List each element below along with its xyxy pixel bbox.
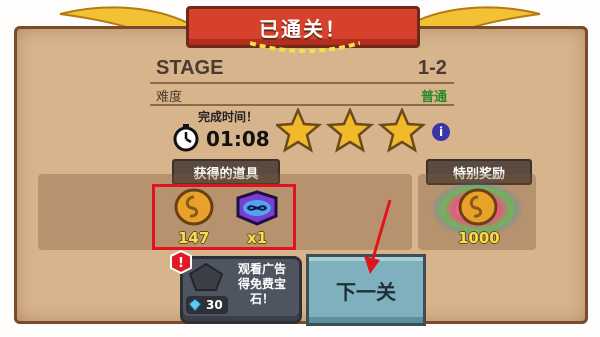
difficulty-value: 普通	[421, 90, 448, 105]
divider	[150, 104, 454, 106]
svg-text:!: !	[178, 256, 184, 271]
gold-coin-icon	[174, 188, 214, 226]
difficulty-label: 难度	[156, 90, 183, 105]
gem-icon	[188, 262, 224, 291]
ad-cost: 30	[206, 298, 223, 312]
star-icon	[377, 108, 426, 153]
info-icon[interactable]: i	[432, 123, 450, 141]
blue-gem-icon	[236, 190, 278, 226]
time-value: 01:08	[206, 127, 270, 151]
star-garland-decoration	[249, 40, 361, 54]
special-coin-count: 1000	[458, 229, 500, 247]
coin-count: 147	[178, 229, 210, 247]
stage-label: STAGE	[156, 57, 224, 79]
alert-badge-icon: !	[170, 249, 192, 275]
arrow-indicator	[364, 199, 392, 274]
watch-ad-text: 观看广告 得免费宝 石！	[237, 262, 286, 306]
star-icon	[276, 108, 323, 153]
gold-coin-icon	[458, 188, 498, 226]
stage-value: 1-2	[418, 57, 447, 79]
divider	[150, 82, 454, 84]
star-icon	[325, 108, 375, 153]
stopwatch-icon	[173, 124, 199, 152]
title-text: 已通关！	[259, 16, 347, 41]
next-level-label: 下一关	[336, 279, 396, 304]
diamond-icon	[188, 298, 202, 312]
time-label: 完成时间！	[198, 110, 259, 124]
gem-count: x1	[247, 229, 268, 247]
rating-stars	[276, 108, 426, 153]
